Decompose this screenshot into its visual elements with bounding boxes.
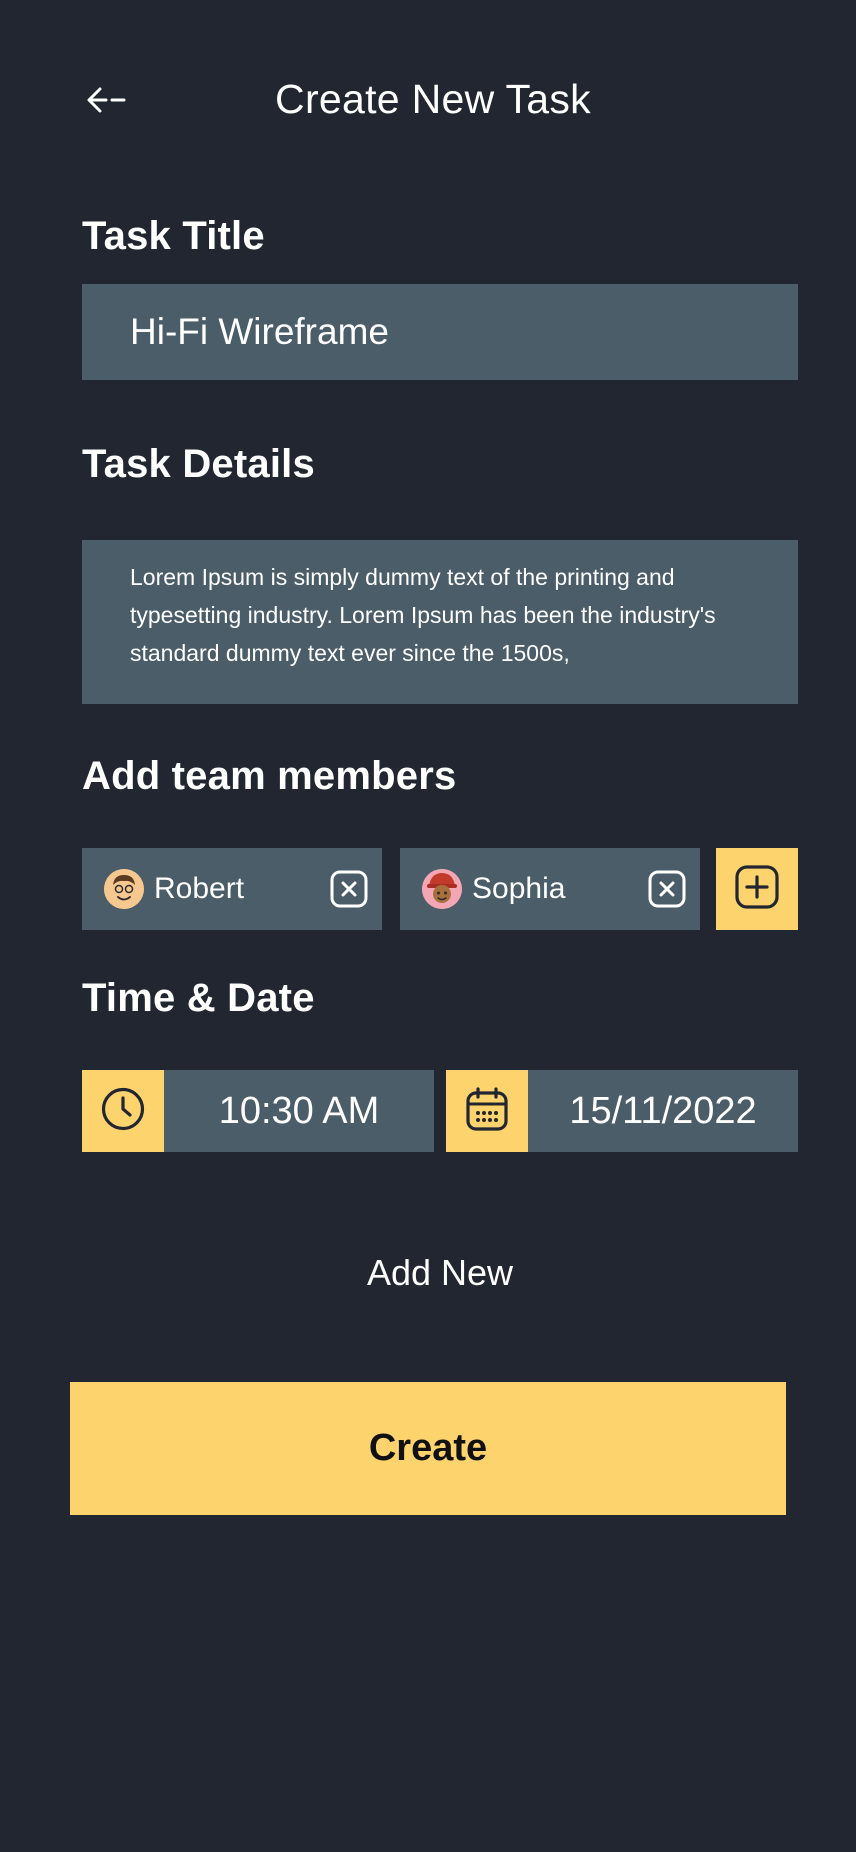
avatar: [422, 869, 462, 909]
time-icon-box[interactable]: [82, 1070, 164, 1152]
task-title-heading: Task Title: [82, 214, 265, 258]
date-icon-box[interactable]: [446, 1070, 528, 1152]
member-name: Sophia: [472, 872, 566, 905]
time-picker[interactable]: 10:30 AM: [164, 1070, 434, 1152]
add-new-link[interactable]: Add New: [0, 1252, 856, 1294]
task-details-textarea[interactable]: Lorem Ipsum is simply dummy text of the …: [82, 540, 798, 704]
time-value: 10:30 AM: [218, 1089, 380, 1132]
clock-icon: [100, 1086, 146, 1137]
member-chip-sophia: Sophia: [400, 848, 700, 930]
page-title: Create New Task: [275, 76, 591, 122]
date-picker[interactable]: 15/11/2022: [528, 1070, 798, 1152]
create-button[interactable]: Create: [70, 1382, 786, 1515]
close-square-icon[interactable]: [330, 870, 368, 908]
date-value: 15/11/2022: [569, 1089, 757, 1132]
task-title-input[interactable]: Hi-Fi Wireframe: [82, 284, 798, 380]
member-name: Robert: [154, 872, 245, 905]
add-member-button[interactable]: [716, 848, 798, 930]
member-chip-robert: Robert: [82, 848, 382, 930]
plus-square-icon: [734, 864, 780, 915]
task-details-heading: Task Details: [82, 442, 315, 486]
task-title-value: Hi-Fi Wireframe: [130, 311, 389, 352]
close-square-icon[interactable]: [648, 870, 686, 908]
task-details-value: Lorem Ipsum is simply dummy text of the …: [130, 564, 716, 666]
time-date-heading: Time & Date: [82, 976, 315, 1020]
team-members-heading: Add team members: [82, 754, 457, 798]
calendar-icon: [465, 1086, 509, 1137]
avatar: [104, 869, 144, 909]
